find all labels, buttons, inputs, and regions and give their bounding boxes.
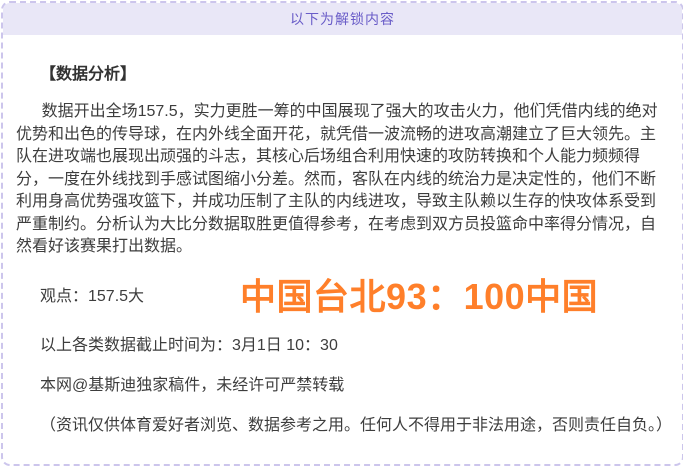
viewpoint-row: 观点：157.5大 中国台北93：100中国	[16, 273, 669, 315]
article-content: 【数据分析】 数据开出全场157.5，实力更胜一筹的中国展现了强大的攻击火力，他…	[3, 35, 682, 435]
section-title-data-analysis: 【数据分析】	[16, 60, 669, 84]
unlock-banner: 以下为解锁内容	[3, 3, 682, 35]
data-cutoff-time: 以上各类数据截止时间为：3月1日 10：30	[16, 337, 669, 355]
unlocked-content-panel: 以下为解锁内容 【数据分析】 数据开出全场157.5，实力更胜一筹的中国展现了强…	[1, 1, 683, 466]
viewpoint-text: 观点：157.5大	[16, 282, 144, 306]
disclaimer-text: （资讯仅供体育爱好者浏览、数据参考之用。任何人不得用于非法用途，否则责任自负。）	[16, 417, 669, 435]
copyright-notice: 本网@基斯迪独家稿件，未经许可严禁转载	[16, 377, 669, 395]
analysis-paragraph: 数据开出全场157.5，实力更胜一筹的中国展现了强大的攻击火力，他们凭借内线的绝…	[16, 101, 669, 259]
unlock-banner-label: 以下为解锁内容	[290, 9, 395, 29]
final-score-overlay: 中国台北93：100中国	[240, 268, 598, 320]
